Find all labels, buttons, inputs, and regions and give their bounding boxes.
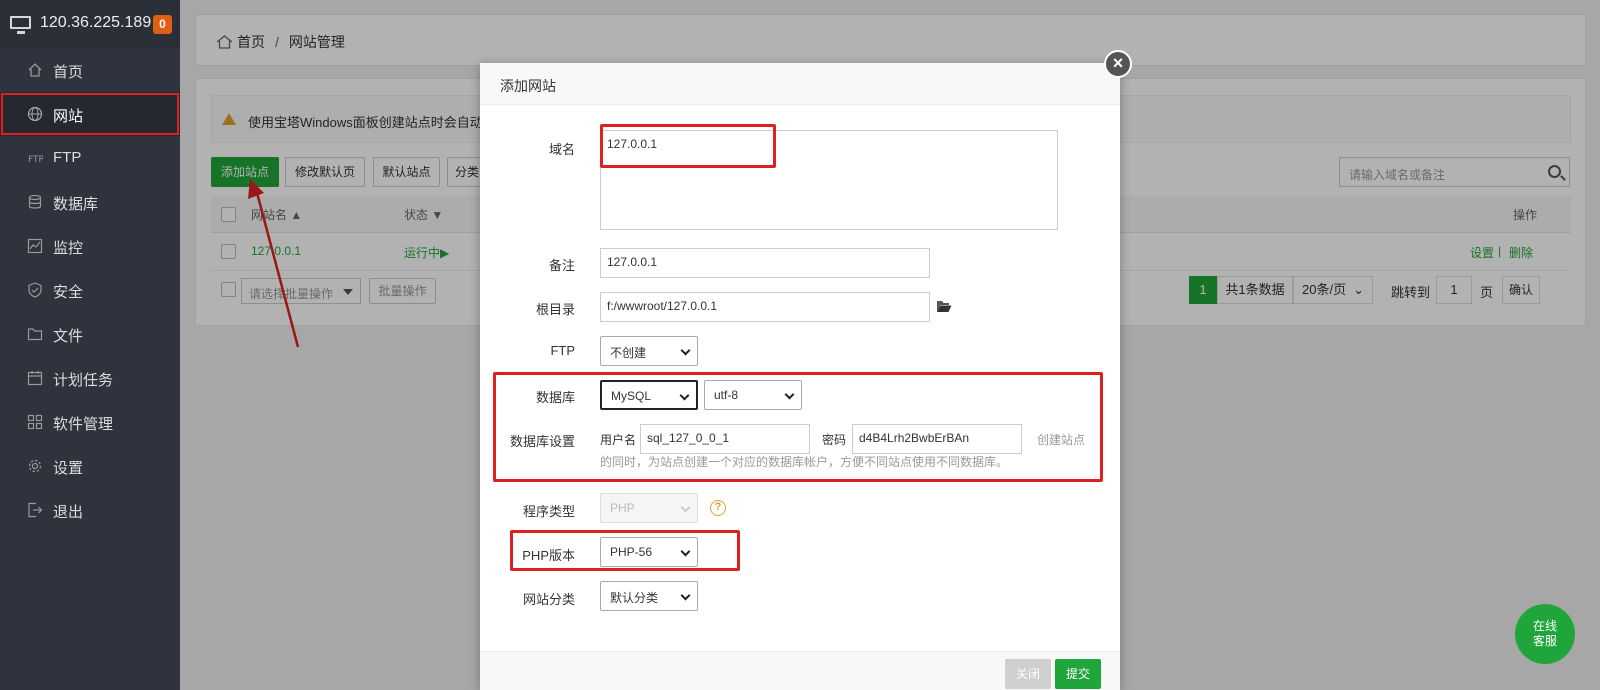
dialog-title: 添加网站 — [500, 78, 556, 94]
sidebar-item-label: 安全 — [53, 284, 84, 301]
server-header: 120.36.225.189 0 — [0, 0, 180, 48]
gear-icon — [27, 458, 43, 474]
add-site-dialog: 添加网站 域名 127.0.0.1 备注 127.0.0.1 根目录 f:/ww… — [480, 63, 1120, 690]
chevron-down-icon — [680, 502, 691, 513]
db-note-line2: 的同时，为站点创建一个对应的数据库帐户，方便不同站点使用不同数据库。 — [600, 455, 1009, 469]
sidebar-item-label: 计划任务 — [53, 372, 114, 389]
dialog-header: 添加网站 — [480, 63, 1120, 105]
db-user-label: 用户名 — [600, 433, 637, 447]
sidebar-item-database[interactable]: 数据库 — [0, 180, 180, 224]
site-category-label: 网站分类 — [522, 592, 575, 607]
charset-select[interactable]: utf-8 — [704, 380, 802, 410]
home-icon — [27, 62, 43, 78]
sidebar-item-label: 文件 — [53, 328, 84, 345]
submit-button[interactable]: 提交 — [1055, 659, 1101, 689]
server-ip: 120.36.225.189 — [40, 14, 152, 31]
chevron-down-icon — [680, 546, 691, 557]
shield-icon — [27, 282, 43, 298]
sidebar-item-label: 软件管理 — [53, 416, 114, 433]
sidebar-item-cron[interactable]: 计划任务 — [0, 356, 180, 400]
chevron-down-icon — [680, 590, 691, 601]
php-version-select[interactable]: PHP-56 — [600, 537, 698, 567]
monitor-icon — [10, 16, 31, 34]
sidebar-item-files[interactable]: 文件 — [0, 312, 180, 356]
remark-label: 备注 — [548, 258, 575, 273]
root-dir-input[interactable]: f:/wwwroot/127.0.0.1 — [600, 292, 930, 322]
close-button[interactable]: 关闭 — [1005, 659, 1051, 689]
sidebar-item-monitor[interactable]: 监控 — [0, 224, 180, 268]
folder-open-icon[interactable] — [936, 300, 952, 313]
db-settings-label: 数据库设置 — [509, 434, 575, 449]
sidebar-item-software[interactable]: 软件管理 — [0, 400, 180, 444]
notification-badge[interactable]: 0 — [153, 15, 172, 34]
sidebar-item-label: 退出 — [53, 504, 84, 521]
db-username-input[interactable]: sql_127_0_0_1 — [640, 424, 810, 454]
logout-icon — [27, 502, 43, 518]
sidebar-item-settings[interactable]: 设置 — [0, 444, 180, 488]
monitor-icon — [27, 238, 43, 254]
database-label: 数据库 — [535, 390, 575, 405]
apps-icon — [27, 414, 43, 430]
sidebar-item-label: 设置 — [53, 460, 84, 477]
php-version-label: PHP版本 — [522, 548, 575, 563]
ftp-label: FTP — [550, 343, 575, 358]
root-dir-label: 根目录 — [535, 302, 575, 317]
db-note-line1: 创建站点 — [1037, 433, 1086, 447]
ftp-select[interactable]: 不创建 — [600, 336, 698, 366]
domain-textarea[interactable]: 127.0.0.1 — [600, 130, 1058, 230]
sidebar-item-ftp[interactable]: FTP FTP — [0, 136, 180, 180]
domain-label: 域名 — [548, 142, 575, 157]
db-password-label: 密码 — [822, 433, 847, 447]
sidebar-item-label: FTP — [53, 149, 82, 166]
sidebar-item-label: 首页 — [53, 64, 84, 81]
remark-input[interactable]: 127.0.0.1 — [600, 248, 930, 278]
globe-icon — [27, 106, 43, 122]
site-category-select[interactable]: 默认分类 — [600, 581, 698, 611]
db-password-input[interactable]: d4B4Lrh2BwbErBAn — [852, 424, 1022, 454]
ftp-icon: FTP — [27, 150, 45, 166]
svg-text:FTP: FTP — [28, 155, 43, 165]
sidebar-item-logout[interactable]: 退出 — [0, 488, 180, 532]
chevron-down-icon — [680, 345, 691, 356]
program-type-select: PHP — [600, 493, 698, 523]
sidebar: 120.36.225.189 0 首页 网站 FTP FTP 数据库 监控 安全… — [0, 0, 180, 690]
database-type-select[interactable]: MySQL — [600, 380, 698, 410]
calendar-icon — [27, 370, 43, 386]
sidebar-item-label: 网站 — [53, 108, 84, 125]
sidebar-item-label: 数据库 — [53, 196, 99, 213]
program-type-label: 程序类型 — [522, 504, 575, 519]
chevron-down-icon — [784, 389, 795, 400]
database-icon — [27, 194, 43, 210]
sidebar-item-security[interactable]: 安全 — [0, 268, 180, 312]
folder-icon — [27, 326, 43, 342]
online-support-button[interactable]: 在线 客服 — [1515, 604, 1575, 664]
sidebar-item-label: 监控 — [53, 240, 84, 257]
chevron-down-icon — [679, 390, 690, 401]
sidebar-item-home[interactable]: 首页 — [0, 48, 180, 92]
help-icon[interactable]: ? — [710, 500, 726, 516]
close-dialog-icon[interactable]: × — [1104, 50, 1132, 78]
sidebar-item-website[interactable]: 网站 — [0, 92, 180, 136]
